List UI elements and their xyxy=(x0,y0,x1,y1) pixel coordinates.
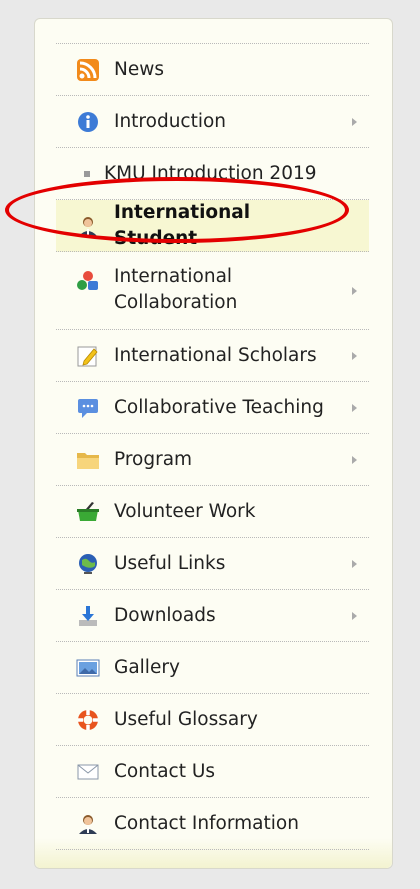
folder-icon xyxy=(76,449,100,471)
basket-icon xyxy=(76,501,100,523)
menu-item-label: Contact Us xyxy=(114,760,216,782)
menu-item-introduction[interactable]: Introduction xyxy=(56,96,369,148)
lifebuoy-icon xyxy=(76,709,100,731)
mail-icon xyxy=(76,761,100,783)
menu-item-useful-links[interactable]: Useful Links xyxy=(56,538,369,590)
bullet-icon xyxy=(84,170,90,177)
image-icon xyxy=(76,657,100,679)
menu-item-label: Downloads xyxy=(114,604,216,626)
menu-item-label: International Scholars xyxy=(114,344,317,366)
person-icon xyxy=(76,215,100,237)
menu-item-international-scholars[interactable]: International Scholars xyxy=(56,330,369,382)
chevron-right-icon xyxy=(352,611,357,620)
menu-item-label: Gallery xyxy=(114,656,180,678)
menu-item-contact-us[interactable]: Contact Us xyxy=(56,746,369,798)
info-icon xyxy=(76,111,100,133)
chevron-right-icon xyxy=(352,455,357,464)
menu-item-label: News xyxy=(114,58,164,80)
menu-item-label: Contact Information xyxy=(114,812,299,834)
globe-icon xyxy=(76,553,100,575)
menu-item-program[interactable]: Program xyxy=(56,434,369,486)
menu-item-label: International Student xyxy=(114,201,251,249)
menu-item-label: Collaborative Teaching xyxy=(114,396,324,418)
chevron-right-icon xyxy=(352,559,357,568)
menu-item-downloads[interactable]: Downloads xyxy=(56,590,369,642)
side-menu: News Introduction KMU Introduction 2019 … xyxy=(56,44,369,850)
menu-item-collaborative-teaching[interactable]: Collaborative Teaching xyxy=(56,382,369,434)
edit-icon xyxy=(76,345,100,367)
menu-item-label: Useful Glossary xyxy=(114,708,258,730)
menu-item-useful-glossary[interactable]: Useful Glossary xyxy=(56,694,369,746)
download-icon xyxy=(76,605,100,627)
person-icon xyxy=(76,813,100,835)
menu-item-news[interactable]: News xyxy=(56,44,369,96)
shapes-icon xyxy=(76,270,100,292)
menu-item-kmu-introduction-2019[interactable]: KMU Introduction 2019 xyxy=(56,148,369,200)
menu-item-international-collaboration[interactable]: International Collaboration xyxy=(56,252,369,330)
chat-icon xyxy=(76,397,100,419)
menu-item-label: International Collaboration xyxy=(114,266,238,313)
menu-item-label: Introduction xyxy=(114,110,227,132)
menu-item-label: Useful Links xyxy=(114,552,226,574)
menu-item-volunteer-work[interactable]: Volunteer Work xyxy=(56,486,369,538)
menu-item-label: KMU Introduction 2019 xyxy=(104,162,317,184)
chevron-right-icon xyxy=(352,351,357,360)
menu-item-international-student[interactable]: International Student xyxy=(56,200,369,252)
menu-item-gallery[interactable]: Gallery xyxy=(56,642,369,694)
menu-item-label: Volunteer Work xyxy=(114,500,256,522)
chevron-right-icon xyxy=(352,286,357,295)
chevron-right-icon xyxy=(352,117,357,126)
menu-item-label: Program xyxy=(114,448,193,470)
chevron-right-icon xyxy=(352,403,357,412)
menu-item-contact-information[interactable]: Contact Information xyxy=(56,798,369,850)
rss-icon xyxy=(76,58,100,81)
